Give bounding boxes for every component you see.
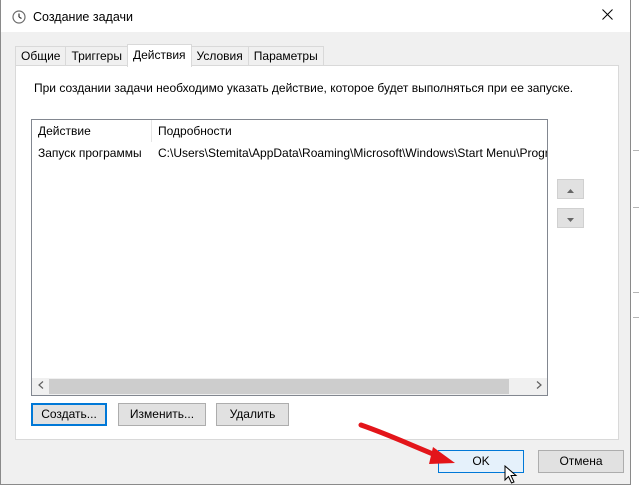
window-title: Создание задачи: [33, 10, 133, 24]
tab-triggers[interactable]: Триггеры: [65, 46, 128, 66]
tab-settings[interactable]: Параметры: [247, 46, 324, 66]
actions-tab-panel: При создании задачи необходимо указать д…: [15, 65, 619, 440]
scroll-left-icon[interactable]: [32, 378, 49, 395]
create-task-dialog: Создание задачи Общие Триггеры Действия …: [0, 0, 631, 485]
close-icon: [601, 9, 613, 23]
list-header: Действие Подробности: [32, 120, 547, 142]
tab-conditions[interactable]: Условия: [190, 46, 249, 66]
details-cell: C:\Users\Stemita\AppData\Roaming\Microso…: [158, 146, 547, 160]
triangle-up-icon: [567, 182, 574, 196]
background-line: [633, 150, 639, 151]
tab-actions[interactable]: Действия: [126, 44, 192, 67]
list-item[interactable]: Запуск программы C:\Users\Stemita\AppDat…: [32, 143, 547, 163]
action-cell: Запуск программы: [38, 146, 142, 160]
title-bar[interactable]: Создание задачи: [1, 0, 630, 32]
close-button[interactable]: [584, 0, 630, 32]
move-up-button[interactable]: [557, 179, 584, 199]
background-line: [633, 207, 639, 208]
edit-button[interactable]: Изменить...: [118, 403, 206, 426]
move-down-button[interactable]: [557, 208, 584, 228]
tab-general[interactable]: Общие: [15, 46, 67, 66]
red-arrow-annotation: [358, 422, 455, 464]
background-line: [633, 317, 639, 318]
horizontal-scrollbar[interactable]: [32, 378, 547, 395]
actions-hint-text: При создании задачи необходимо указать д…: [34, 81, 574, 95]
scrollbar-thumb[interactable]: [49, 379, 509, 394]
column-header-details[interactable]: Подробности: [152, 120, 547, 142]
tab-strip: Общие Триггеры Действия Условия Параметр…: [15, 44, 324, 67]
background-window-edge: [631, 0, 639, 485]
delete-button[interactable]: Удалить: [216, 403, 289, 426]
actions-list[interactable]: Действие Подробности Запуск программы C:…: [31, 119, 548, 396]
cancel-button[interactable]: Отмена: [538, 450, 624, 473]
triangle-down-icon: [567, 211, 574, 225]
clock-icon: [12, 10, 26, 24]
background-line: [633, 292, 639, 293]
create-button[interactable]: Создать...: [31, 403, 107, 426]
column-header-action[interactable]: Действие: [32, 120, 152, 142]
scroll-right-icon[interactable]: [530, 378, 547, 395]
mouse-pointer-icon: [504, 465, 518, 484]
